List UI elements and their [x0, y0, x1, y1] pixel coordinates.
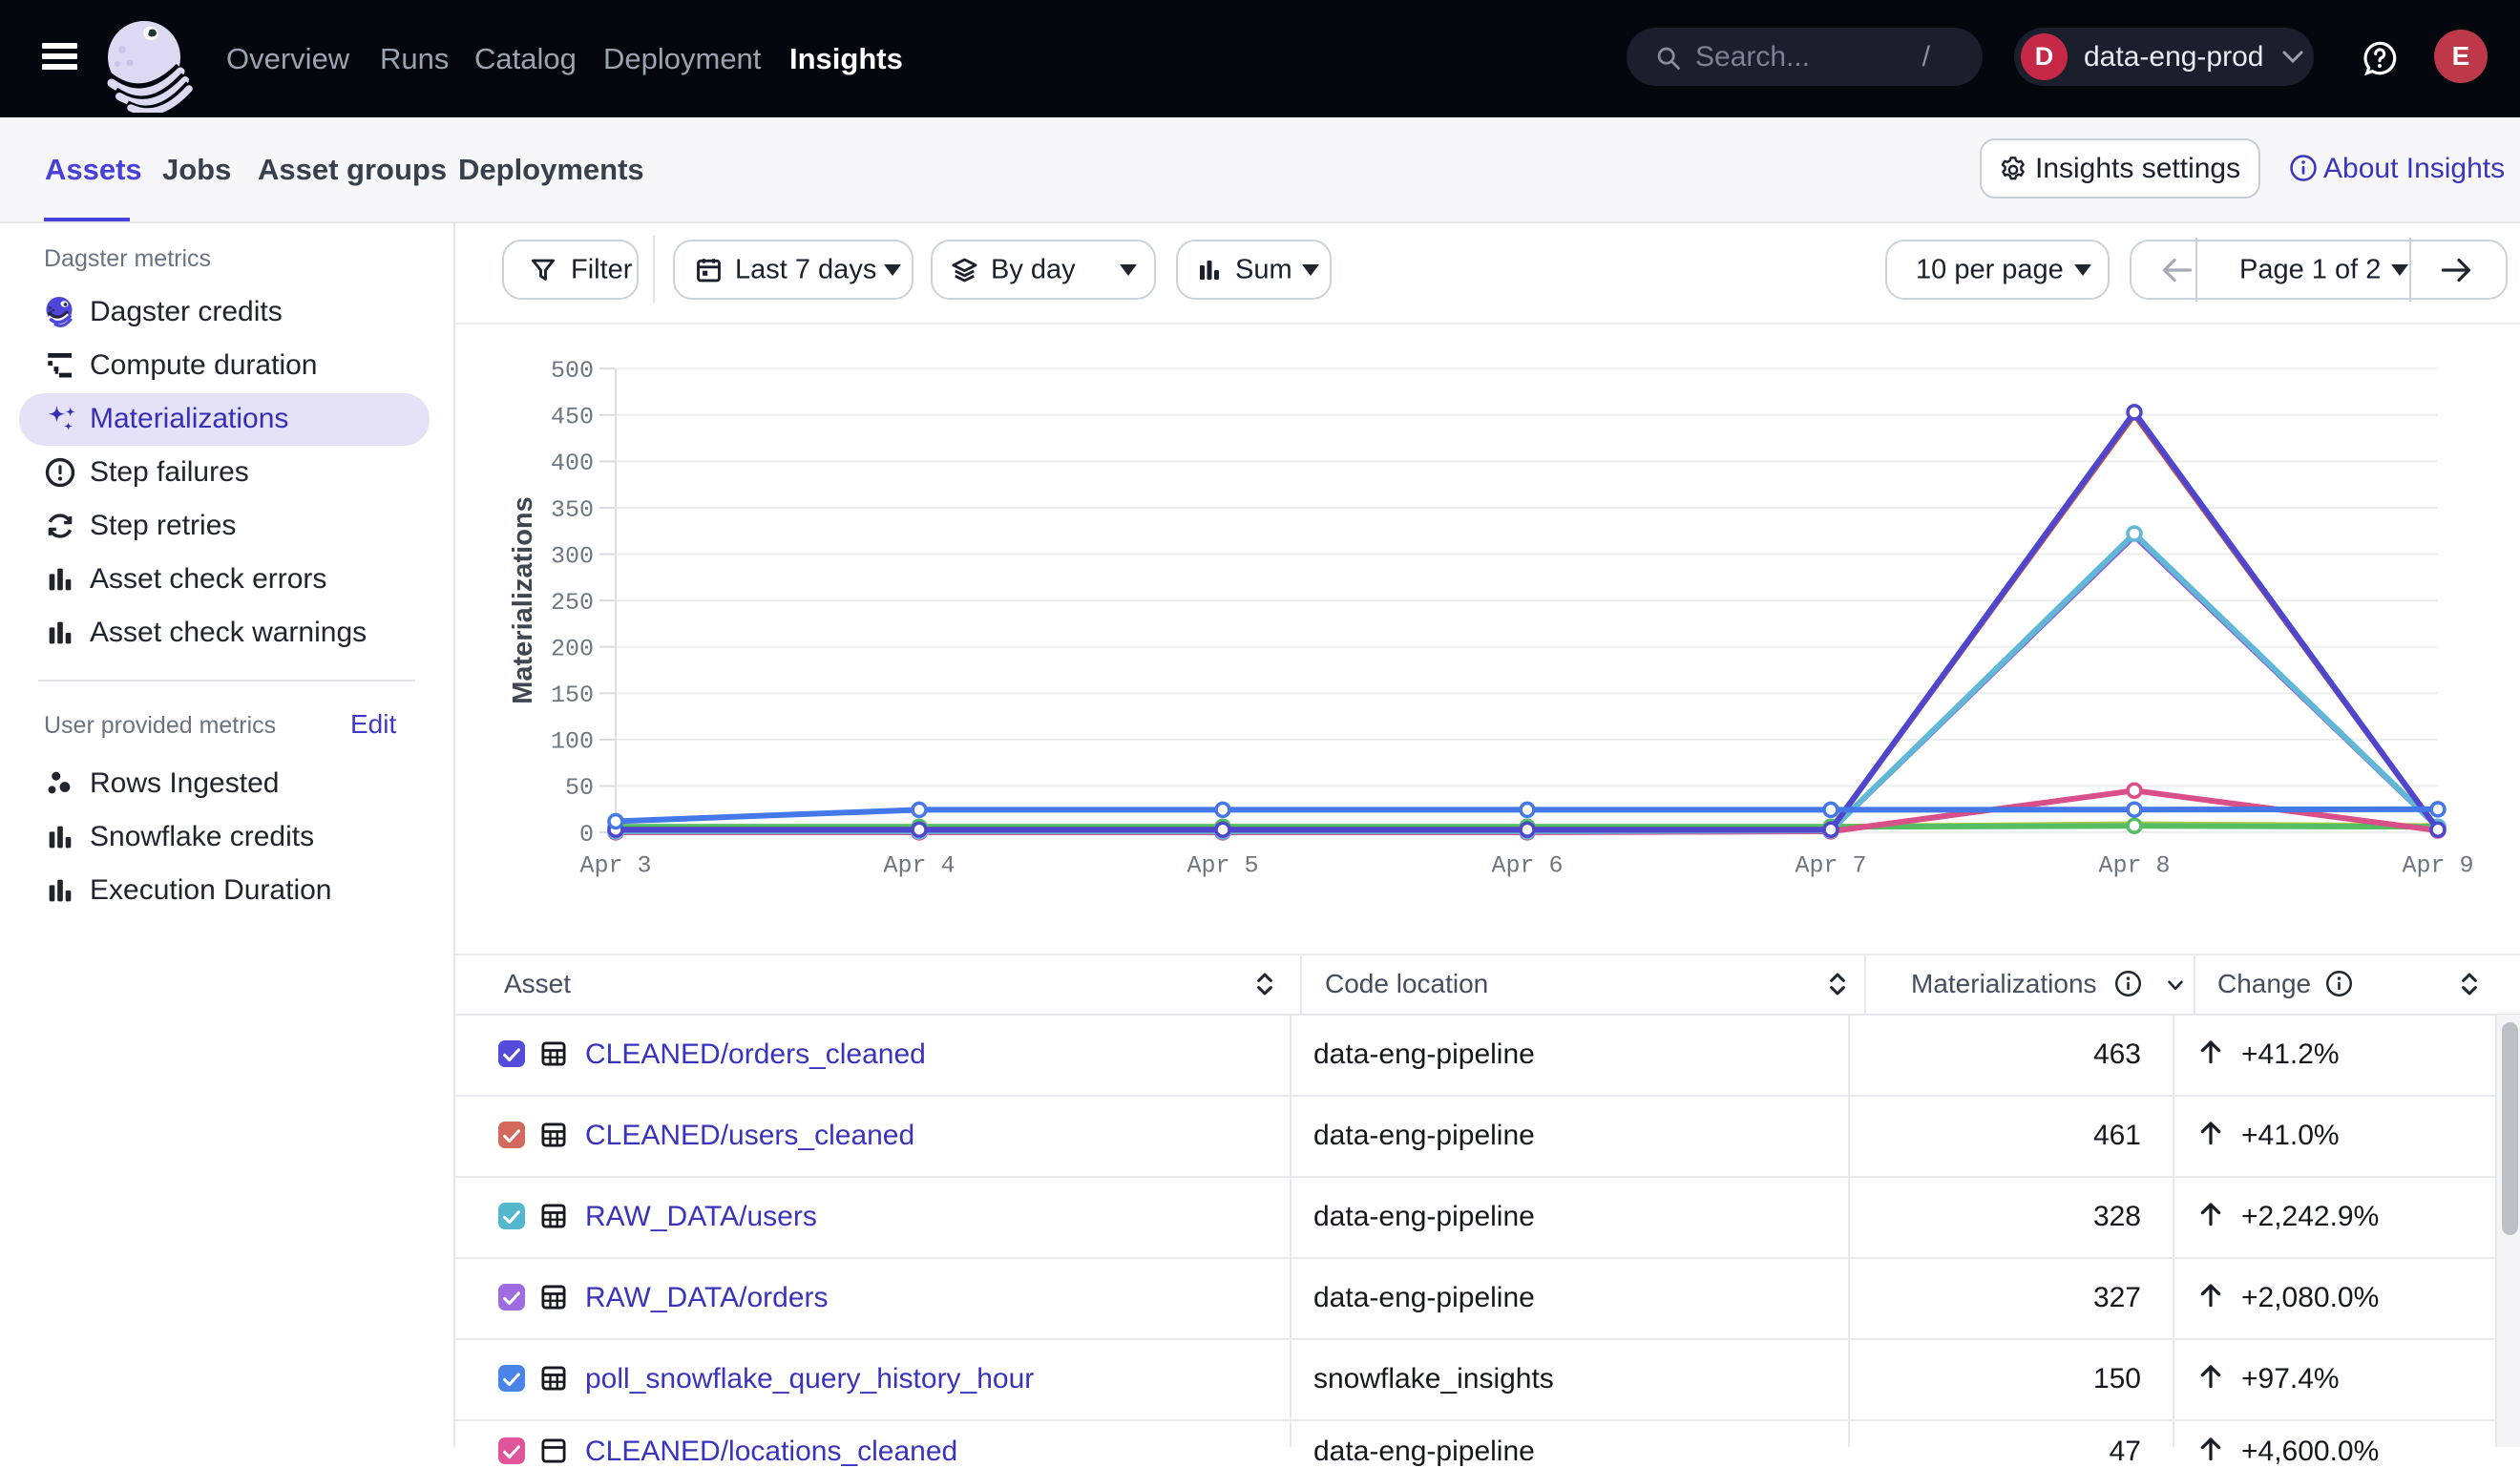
svg-text:500: 500 — [551, 357, 594, 385]
svg-text:150: 150 — [551, 682, 594, 709]
svg-text:450: 450 — [551, 404, 594, 431]
svg-text:400: 400 — [551, 450, 594, 477]
svg-text:250: 250 — [551, 589, 594, 617]
svg-text:Apr 6: Apr 6 — [1491, 852, 1563, 880]
svg-text:300: 300 — [551, 542, 594, 570]
svg-text:50: 50 — [565, 774, 594, 802]
svg-text:Apr 5: Apr 5 — [1186, 852, 1258, 880]
svg-text:Apr 7: Apr 7 — [1795, 852, 1866, 880]
svg-text:350: 350 — [551, 496, 594, 524]
svg-text:Materializations: Materializations — [508, 496, 538, 704]
svg-text:0: 0 — [579, 821, 594, 849]
svg-text:Apr 9: Apr 9 — [2402, 852, 2473, 880]
svg-text:100: 100 — [551, 728, 594, 756]
svg-text:200: 200 — [551, 636, 594, 663]
svg-text:Apr 3: Apr 3 — [579, 852, 651, 880]
svg-text:Apr 8: Apr 8 — [2098, 852, 2170, 880]
svg-text:Apr 4: Apr 4 — [883, 852, 955, 880]
